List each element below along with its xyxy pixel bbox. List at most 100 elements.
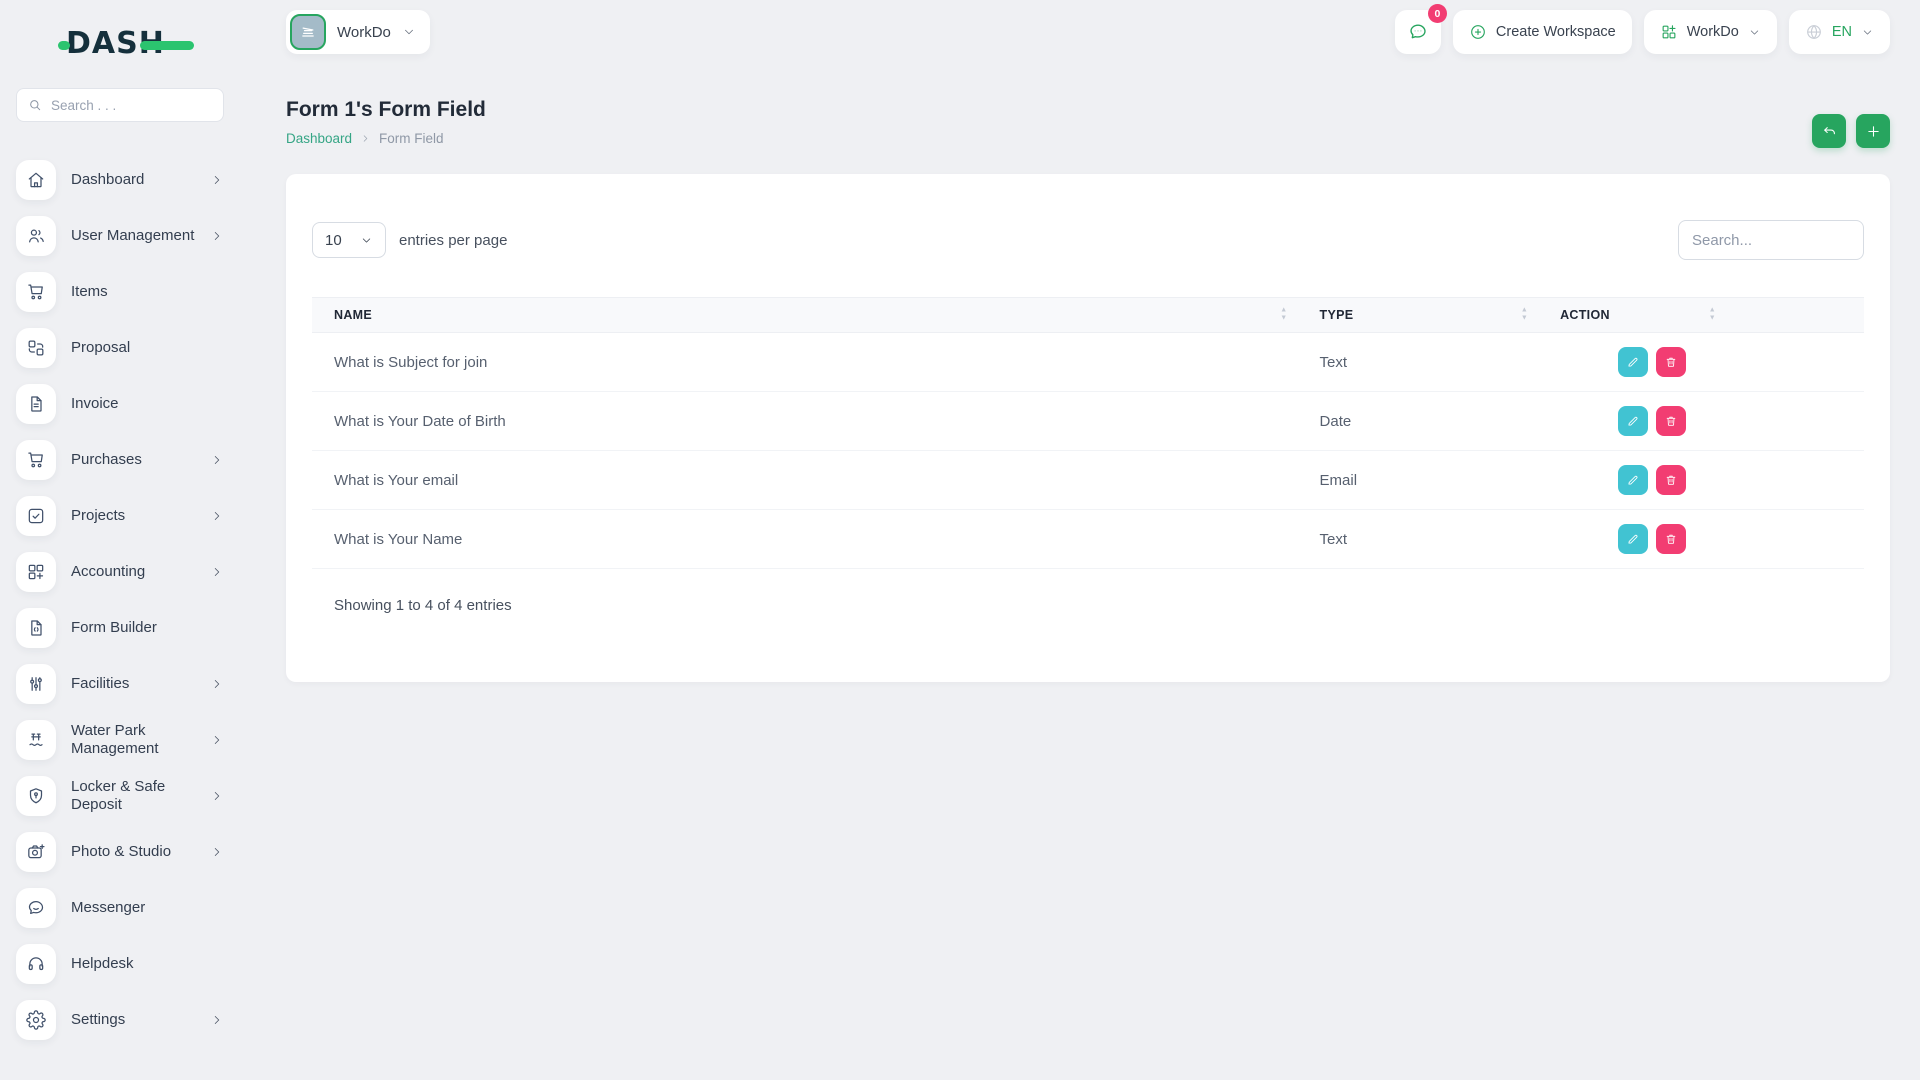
delete-button[interactable]	[1656, 524, 1686, 554]
sidebar-search	[16, 88, 224, 122]
breadcrumb: Dashboard Form Field	[286, 131, 486, 146]
chevron-right-icon	[210, 453, 224, 467]
table-row: What is Your Date of Birth Date	[312, 392, 1864, 451]
column-header-name[interactable]: NAME▲▼	[312, 298, 1298, 333]
menu-icon-tile	[16, 664, 56, 704]
plus-circle-icon	[1469, 23, 1487, 41]
table-row: What is Subject for join Text	[312, 333, 1864, 392]
page-actions	[1812, 114, 1890, 148]
chevron-right-icon	[210, 229, 224, 243]
sidebar-item-invoice[interactable]: Invoice	[16, 384, 224, 424]
menu-icon-tile	[16, 1000, 56, 1040]
field-name: What is Your Date of Birth	[334, 413, 506, 430]
gear-icon	[26, 1010, 46, 1030]
menu-icon-tile	[16, 888, 56, 928]
chevron-right-icon	[210, 1013, 224, 1027]
sidebar-item-form-builder[interactable]: Form Builder	[16, 608, 224, 648]
menu-icon-tile	[16, 608, 56, 648]
column-header-action[interactable]: ACTION▲▼	[1538, 298, 1864, 333]
field-name: What is Your email	[334, 472, 458, 489]
edit-button[interactable]	[1618, 347, 1648, 377]
table-entries-summary: Showing 1 to 4 of 4 entries	[312, 597, 1864, 614]
delete-button[interactable]	[1656, 347, 1686, 377]
chevron-down-icon	[1861, 26, 1874, 39]
sidebar-item-locker-safe-deposit[interactable]: Locker & Safe Deposit	[16, 776, 224, 816]
edit-button[interactable]	[1618, 465, 1648, 495]
sort-icon: ▲▼	[1521, 307, 1528, 324]
field-name: What is Subject for join	[334, 354, 487, 371]
sidebar-item-facilities[interactable]: Facilities	[16, 664, 224, 704]
edit-button[interactable]	[1618, 524, 1648, 554]
breadcrumb-dashboard-link[interactable]: Dashboard	[286, 131, 352, 146]
field-type: Email	[1320, 472, 1358, 489]
language-selector[interactable]: EN	[1789, 10, 1890, 54]
chevron-right-icon	[210, 789, 224, 803]
sidebar: DASH Dashboard User Management Items Pro…	[0, 0, 240, 1080]
table-controls: 10 entries per page	[312, 220, 1864, 260]
sidebar-item-accounting[interactable]: Accounting	[16, 552, 224, 592]
sidebar-search-input[interactable]	[51, 98, 213, 113]
column-header-type[interactable]: TYPE▲▼	[1298, 298, 1539, 333]
logo-accent-dash	[140, 41, 194, 50]
menu-icon-tile	[16, 216, 56, 256]
pencil-icon	[1626, 355, 1640, 369]
sidebar-menu: Dashboard User Management Items Proposal…	[16, 160, 224, 1040]
workspace-selector[interactable]: WorkDo	[286, 10, 430, 54]
field-type: Text	[1320, 354, 1348, 371]
sidebar-item-settings[interactable]: Settings	[16, 1000, 224, 1040]
shield-icon	[26, 786, 46, 806]
check-square-icon	[26, 506, 46, 526]
sidebar-item-projects[interactable]: Projects	[16, 496, 224, 536]
building-icon	[298, 22, 318, 42]
delete-button[interactable]	[1656, 465, 1686, 495]
sidebar-item-dashboard[interactable]: Dashboard	[16, 160, 224, 200]
edit-button[interactable]	[1618, 406, 1648, 436]
menu-icon-tile	[16, 328, 56, 368]
page-size-select[interactable]: 10	[312, 222, 386, 258]
field-name: What is Your Name	[334, 531, 462, 548]
sidebar-item-user-management[interactable]: User Management	[16, 216, 224, 256]
add-form-field-button[interactable]	[1856, 114, 1890, 148]
sidebar-item-messenger[interactable]: Messenger	[16, 888, 224, 928]
sliders-icon	[26, 674, 46, 694]
menu-icon-tile	[16, 272, 56, 312]
pencil-icon	[1626, 414, 1640, 428]
delete-button[interactable]	[1656, 406, 1686, 436]
cart-icon	[26, 450, 46, 470]
pencil-icon	[1626, 473, 1640, 487]
row-actions	[1618, 347, 1842, 377]
grid-plus-icon	[26, 562, 46, 582]
sidebar-item-photo-studio[interactable]: Photo & Studio	[16, 832, 224, 872]
undo-icon	[1821, 123, 1838, 140]
sort-icon: ▲▼	[1280, 307, 1287, 324]
entries-per-page-label: entries per page	[399, 232, 507, 249]
create-workspace-button[interactable]: Create Workspace	[1453, 10, 1632, 54]
main-area: WorkDo 0 Create Workspace WorkDo EN	[240, 0, 1920, 1080]
menu-icon-tile	[16, 552, 56, 592]
row-actions	[1618, 524, 1842, 554]
field-type: Text	[1320, 531, 1348, 548]
menu-icon-tile	[16, 776, 56, 816]
form-icon	[26, 618, 46, 638]
breadcrumb-current: Form Field	[379, 131, 444, 146]
back-button[interactable]	[1812, 114, 1846, 148]
trash-icon	[1664, 473, 1678, 487]
messages-button[interactable]: 0	[1395, 10, 1441, 54]
table-search-input[interactable]	[1678, 220, 1864, 260]
row-actions	[1618, 465, 1842, 495]
table-row: What is Your Name Text	[312, 510, 1864, 569]
sidebar-item-purchases[interactable]: Purchases	[16, 440, 224, 480]
chevron-right-icon	[210, 565, 224, 579]
sidebar-item-helpdesk[interactable]: Helpdesk	[16, 944, 224, 984]
proposal-icon	[26, 338, 46, 358]
pencil-icon	[1626, 532, 1640, 546]
sidebar-item-proposal[interactable]: Proposal	[16, 328, 224, 368]
brand-logo[interactable]: DASH	[66, 26, 196, 64]
sidebar-item-water-park-management[interactable]: Water Park Management	[16, 720, 224, 760]
menu-icon-tile	[16, 944, 56, 984]
workspace-switcher-button[interactable]: WorkDo	[1644, 10, 1777, 54]
search-icon	[27, 97, 43, 113]
language-label: EN	[1832, 24, 1852, 40]
sidebar-item-items[interactable]: Items	[16, 272, 224, 312]
logo-accent-dot	[58, 41, 70, 50]
